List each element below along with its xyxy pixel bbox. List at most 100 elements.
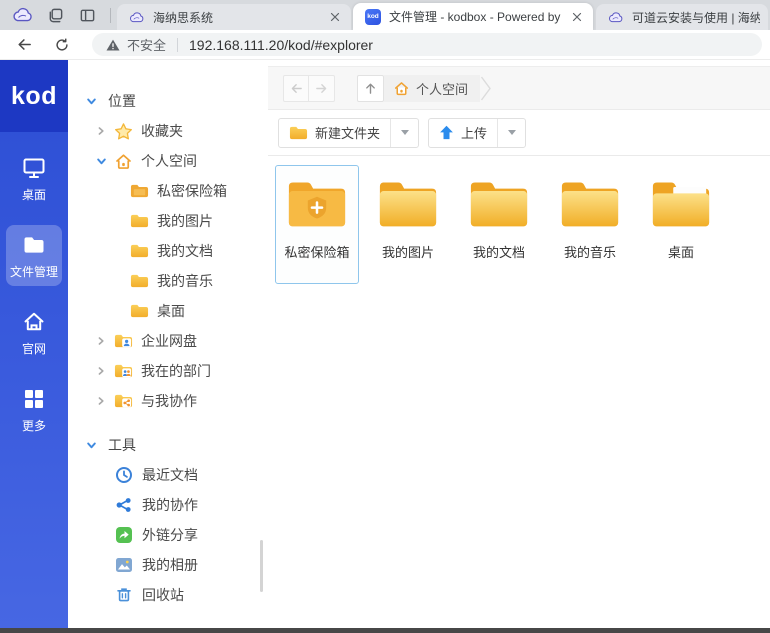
chevron-down-icon[interactable] [86,96,99,107]
explorer-header: 个人空间 [268,66,770,110]
breadcrumb-separator-icon [480,75,492,102]
breadcrumb-root[interactable]: 个人空间 [384,75,480,102]
tree-item-favorites[interactable]: 收藏夹 [68,116,268,146]
tree-item-my-documents[interactable]: 我的文档 [68,236,268,266]
folder-icon [130,273,150,289]
divider [110,8,111,23]
share-folder-icon [114,393,134,409]
chevron-right-icon[interactable] [96,336,109,346]
folder-icon [21,232,47,258]
file-item-private-safe[interactable]: 私密保险箱 [275,165,359,284]
file-item-my-music[interactable]: 我的音乐 [548,165,632,284]
home-icon [21,309,47,335]
history-back-button[interactable] [283,75,309,102]
new-folder-dropdown[interactable] [391,119,418,147]
go-up-button[interactable] [357,75,384,102]
kodbox-page: kod 桌面 文件管理 官网 更多 位置 [0,60,770,628]
app-rail: kod 桌面 文件管理 官网 更多 [0,60,68,628]
file-grid: 私密保险箱 我的图片 我的文档 我的音乐 桌面 [268,157,770,628]
tree-scrollbar-thumb[interactable] [260,540,263,592]
chevron-right-icon[interactable] [96,396,109,406]
chevron-down-icon[interactable] [86,440,99,451]
folder-icon [130,243,150,259]
explorer-main: 个人空间 新建文件夹 上传 [268,60,770,628]
enterprise-folder-icon [114,333,134,349]
tree-item-external-share[interactable]: 外链分享 [68,520,268,550]
cloud-favicon [129,9,145,25]
link-share-icon [115,526,135,544]
tree-item-my-pictures[interactable]: 我的图片 [68,206,268,236]
upload-button[interactable]: 上传 [428,118,526,148]
rail-item-desktop[interactable]: 桌面 [6,148,62,209]
kod-logo[interactable]: kod [0,60,68,132]
kod-favicon: kod [365,9,381,25]
folder-icon [377,177,439,231]
rail-item-official-site[interactable]: 官网 [6,302,62,363]
safe-folder-icon [286,177,348,231]
tab-kodbox-file-manager[interactable]: kod 文件管理 - kodbox - Powered by [353,3,593,30]
tab-title: 可道云安装与使用 | 海纳思 [632,9,760,26]
folder-icon [289,125,308,141]
sidebar-toggle-icon[interactable] [74,2,100,28]
rail-item-file-manager[interactable]: 文件管理 [6,225,62,286]
home-icon [114,152,134,171]
tree-item-my-department[interactable]: 我在的部门 [68,356,268,386]
browser-nav-bar: 不安全 192.168.111.20/kod/#explorer [0,30,770,60]
back-icon[interactable] [12,33,36,57]
tab-title: 文件管理 - kodbox - Powered by [389,8,565,25]
cloud-favicon [608,9,624,25]
new-folder-button[interactable]: 新建文件夹 [278,118,419,148]
chevron-down-icon[interactable] [96,156,109,167]
tree-item-recycle-bin[interactable]: 回收站 [68,580,268,610]
folder-icon [559,177,621,231]
star-icon [114,122,134,141]
chevron-right-icon[interactable] [96,126,109,136]
browser-cloud-logo-icon [10,2,36,28]
file-item-my-pictures[interactable]: 我的图片 [366,165,450,284]
tree-item-desktop[interactable]: 桌面 [68,296,268,326]
caret-down-icon [508,130,516,135]
caret-down-icon [401,130,409,135]
file-item-my-documents[interactable]: 我的文档 [457,165,541,284]
divider [177,38,178,52]
tree-item-my-music[interactable]: 我的音乐 [68,266,268,296]
taskbar-edge [0,628,770,633]
chevron-right-icon[interactable] [96,366,109,376]
tree-item-personal-space[interactable]: 个人空间 [68,146,268,176]
url-text: 192.168.111.20/kod/#explorer [189,37,373,53]
tree-section-tools[interactable]: 工具 [68,430,268,460]
close-icon[interactable] [569,9,585,25]
rail-item-more[interactable]: 更多 [6,379,62,440]
tree-section-location[interactable]: 位置 [68,86,268,116]
tab-hainasi-system[interactable]: 海纳思系统 [117,4,351,30]
folder-icon [468,177,530,231]
screen: 海纳思系统 kod 文件管理 - kodbox - Powered by 可道云… [0,0,770,633]
tree-item-recent-documents[interactable]: 最近文档 [68,460,268,490]
folder-with-files-icon [650,177,712,231]
department-folder-icon [114,363,134,379]
upload-dropdown[interactable] [498,119,525,147]
tree-item-enterprise-drive[interactable]: 企业网盘 [68,326,268,356]
home-icon [393,80,410,97]
tree-item-my-collaboration[interactable]: 我的协作 [68,490,268,520]
grid-icon [21,386,47,412]
folder-icon [130,303,150,319]
tree-item-private-safe[interactable]: 私密保险箱 [68,176,268,206]
file-item-desktop[interactable]: 桌面 [639,165,723,284]
tab-kodcloud-docs[interactable]: 可道云安装与使用 | 海纳思 [596,4,768,30]
close-icon[interactable] [327,9,343,25]
clock-icon [115,466,135,484]
share-nodes-icon [115,496,135,514]
not-secure-warning-icon [106,39,120,51]
explorer-toolbar: 新建文件夹 上传 [268,110,770,156]
upload-arrow-icon [439,125,454,140]
tree-item-shared-with-me[interactable]: 与我协作 [68,386,268,416]
history-forward-button[interactable] [309,75,335,102]
address-bar[interactable]: 不安全 192.168.111.20/kod/#explorer [92,33,762,56]
monitor-icon [21,155,47,181]
tab-actions-icon[interactable] [42,2,68,28]
tree-item-my-albums[interactable]: 我的相册 [68,550,268,580]
safe-folder-icon [130,183,150,199]
photo-icon [115,556,135,574]
reload-icon[interactable] [50,33,74,57]
